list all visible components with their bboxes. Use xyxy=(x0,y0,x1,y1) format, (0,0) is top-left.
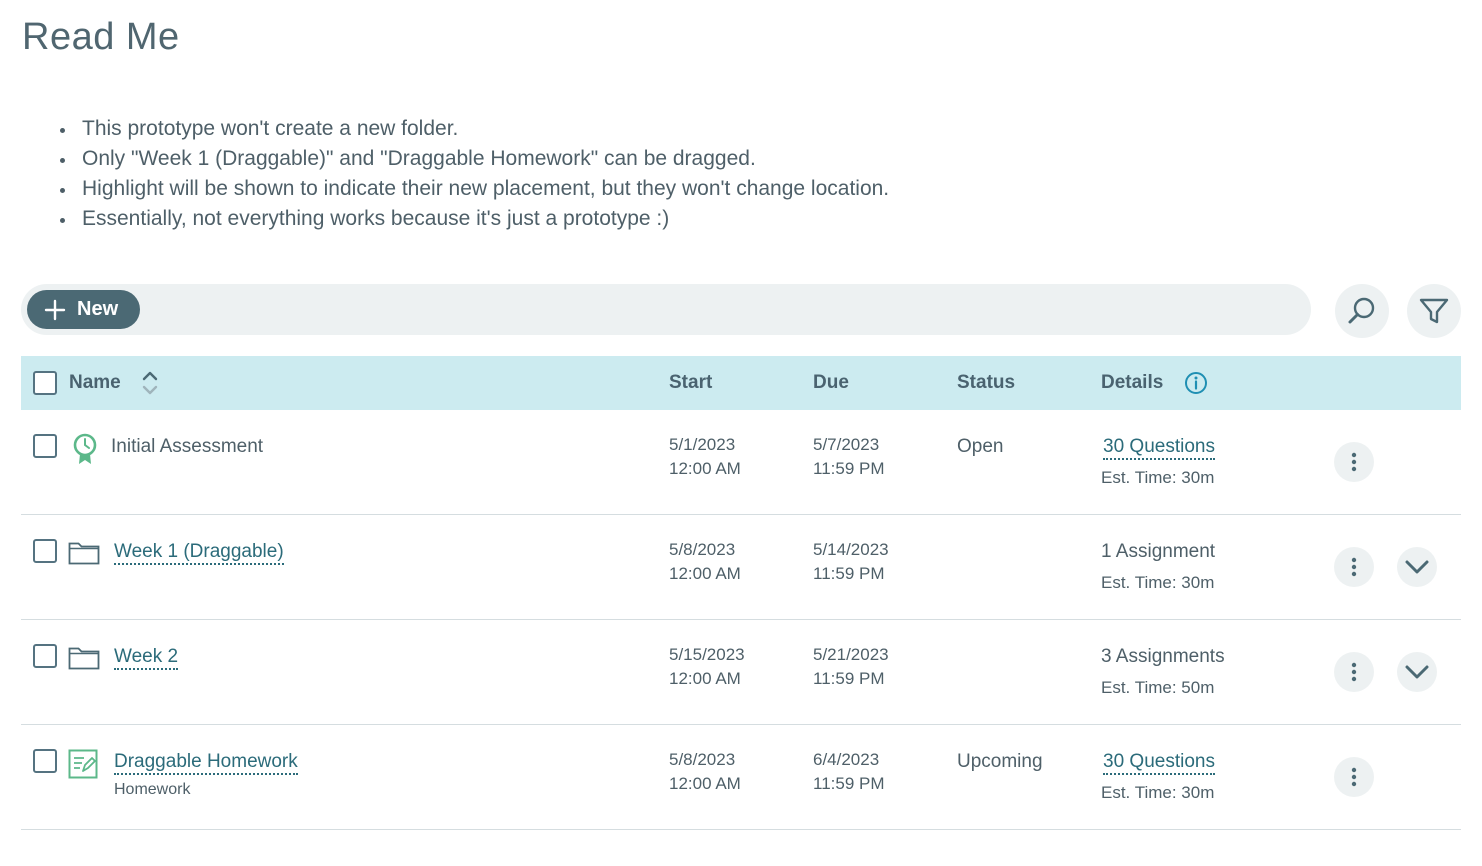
page-title: Read Me xyxy=(22,16,180,58)
row-checkbox[interactable] xyxy=(33,644,57,668)
folder-icon xyxy=(68,542,100,565)
row-checkbox[interactable] xyxy=(33,539,57,563)
row-start: 5/8/2023 12:00 AM xyxy=(669,750,741,793)
row-start: 5/8/2023 12:00 AM xyxy=(669,540,741,583)
search-button[interactable] xyxy=(1335,284,1389,338)
note-item: Only "Week 1 (Draggable)" and "Draggable… xyxy=(60,144,889,174)
folder-icon xyxy=(68,647,100,670)
row-status: Open xyxy=(957,436,1004,457)
row-start: 5/15/2023 12:00 AM xyxy=(669,645,745,688)
row-name: Initial Assessment xyxy=(111,436,264,457)
note-item: Highlight will be shown to indicate thei… xyxy=(60,174,889,204)
search-icon xyxy=(1348,297,1375,324)
row-name-link[interactable]: Draggable Homework xyxy=(114,751,298,775)
more-options-button[interactable] xyxy=(1334,652,1374,692)
row-due: 6/4/2023 11:59 PM xyxy=(813,750,885,793)
row-due: 5/21/2023 11:59 PM xyxy=(813,645,889,688)
details-link[interactable]: 30 Questions xyxy=(1103,436,1215,460)
header-start: Start xyxy=(669,372,713,393)
note-item: This prototype won't create a new folder… xyxy=(60,114,889,144)
new-button[interactable]: New xyxy=(27,290,140,329)
kebab-icon xyxy=(1351,557,1357,577)
sort-icon[interactable] xyxy=(141,369,159,397)
chevron-down-icon xyxy=(1405,665,1429,679)
more-options-button[interactable] xyxy=(1334,442,1374,482)
row-est-time: Est. Time: 30m xyxy=(1101,783,1215,802)
filter-icon xyxy=(1419,298,1449,324)
info-icon[interactable] xyxy=(1184,371,1208,395)
filter-button[interactable] xyxy=(1407,284,1461,338)
select-all-checkbox[interactable] xyxy=(33,371,57,395)
row-checkbox[interactable] xyxy=(33,434,57,458)
row-name-link[interactable]: Week 2 xyxy=(114,646,179,670)
toolbar: New xyxy=(21,284,1311,335)
row-details: 1 Assignment xyxy=(1101,541,1216,562)
header-due: Due xyxy=(813,372,849,393)
more-options-button[interactable] xyxy=(1334,757,1374,797)
table-row[interactable]: Draggable Homework Homework 5/8/2023 12:0… xyxy=(21,725,1461,830)
kebab-icon xyxy=(1351,452,1357,472)
note-item: Essentially, not everything works becaus… xyxy=(60,204,889,234)
kebab-icon xyxy=(1351,662,1357,682)
chevron-down-icon xyxy=(1405,560,1429,574)
expand-button[interactable] xyxy=(1397,652,1437,692)
row-name-link[interactable]: Week 1 (Draggable) xyxy=(114,541,284,565)
header-details: Details xyxy=(1101,372,1164,393)
readme-notes: This prototype won't create a new folder… xyxy=(60,114,889,234)
homework-icon xyxy=(68,749,98,779)
row-subtitle: Homework xyxy=(114,781,191,798)
row-est-time: Est. Time: 50m xyxy=(1101,678,1215,697)
kebab-icon xyxy=(1351,767,1357,787)
row-due: 5/14/2023 11:59 PM xyxy=(813,540,889,583)
row-status: Upcoming xyxy=(957,751,1043,772)
table-row[interactable]: Week 2 5/15/2023 12:00 AM 5/21/2023 11:59 … xyxy=(21,620,1461,725)
table-header: Name Start Due Status Details xyxy=(21,356,1461,410)
row-est-time: Est. Time: 30m xyxy=(1101,468,1215,487)
row-details: 3 Assignments xyxy=(1101,646,1225,667)
details-link[interactable]: 30 Questions xyxy=(1103,751,1215,775)
row-est-time: Est. Time: 30m xyxy=(1101,573,1215,592)
header-status: Status xyxy=(957,372,1016,393)
row-due: 5/7/2023 11:59 PM xyxy=(813,435,885,478)
header-name: Name xyxy=(69,372,121,393)
expand-button[interactable] xyxy=(1397,547,1437,587)
new-button-label: New xyxy=(77,298,119,320)
row-start: 5/1/2023 12:00 AM xyxy=(669,435,741,478)
more-options-button[interactable] xyxy=(1334,547,1374,587)
plus-icon xyxy=(44,299,66,320)
row-checkbox[interactable] xyxy=(33,749,57,773)
table-row[interactable]: Week 1 (Draggable) 5/8/2023 12:00 AM 5/14… xyxy=(21,515,1461,620)
table-row[interactable]: Initial Assessment 5/1/2023 12:00 AM 5/7/… xyxy=(21,410,1461,515)
assessment-icon xyxy=(73,433,97,464)
